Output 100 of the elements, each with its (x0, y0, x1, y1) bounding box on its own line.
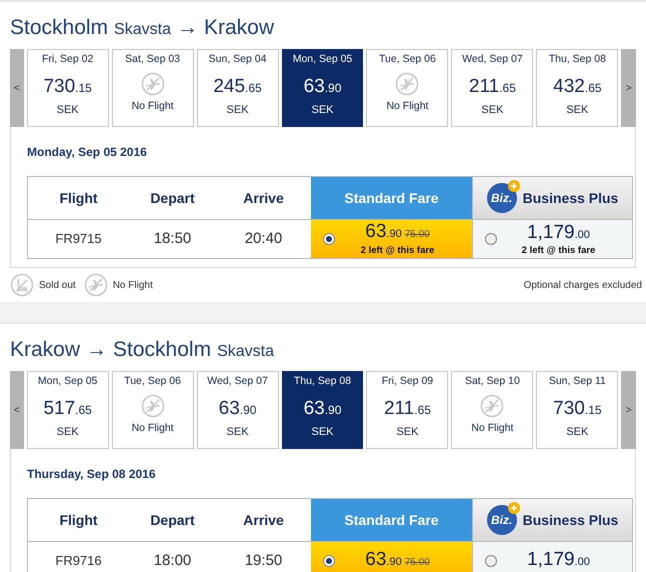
no-flight-icon (480, 394, 504, 418)
legend-label: No Flight (112, 278, 153, 292)
no-flight-icon (395, 72, 420, 96)
biz-logo: Biz. (486, 183, 517, 213)
radio-button[interactable] (485, 555, 497, 567)
time-cell-text: 19:50 (244, 550, 282, 571)
fare-price: 730.15 (553, 398, 602, 421)
no-flight-icon (140, 72, 165, 96)
currency-label: SEK (481, 103, 504, 118)
previous-dates-button[interactable]: < (10, 371, 24, 449)
fare-price: 63.90 75.00 (365, 550, 430, 572)
currency-label: SEK (226, 425, 249, 440)
destination-city: Stockholm (113, 337, 212, 363)
date-fare-card[interactable]: Sat, Sep 10 No Flight (451, 371, 534, 449)
date-fare-card[interactable]: Mon, Sep 05 517.65 SEK (26, 371, 109, 449)
selected-date-heading: Monday, Sep 05 2016 (27, 144, 148, 161)
column-header: Flight (59, 510, 98, 530)
column-header: Flight (59, 188, 98, 208)
fare-price: 63.90 (304, 398, 342, 421)
date-label: Mon, Sep 05 (292, 52, 352, 66)
origin-city: Krakow (10, 337, 80, 363)
previous-dates-button[interactable]: < (10, 49, 24, 127)
column-header: Depart (150, 510, 195, 530)
time-cell-text: 18:00 (154, 550, 192, 571)
date-fare-card[interactable]: Thu, Sep 08 432.65 SEK (536, 49, 618, 127)
currency-label: SEK (56, 425, 79, 440)
date-fare-card[interactable]: Wed, Sep 07 63.90 SEK (196, 371, 279, 449)
no-flight-label: No Flight (471, 421, 514, 436)
date-label: Wed, Sep 07 (207, 374, 268, 388)
sold-out-icon (10, 273, 34, 297)
legend-label: Sold out (39, 278, 76, 292)
date-fare-card[interactable]: Fri, Sep 09 211.65 SEK (366, 371, 448, 449)
plus-icon (508, 502, 520, 514)
date-label: Thu, Sep 08 (294, 374, 352, 388)
route-arrow: → (176, 15, 198, 41)
currency-label: SEK (311, 425, 334, 440)
currency-label: SEK (566, 103, 588, 118)
fare-price: 730.15 (43, 76, 92, 99)
standard-fare-label: Standard Fare (344, 188, 439, 208)
date-fare-card[interactable]: Tue, Sep 06 No Flight (112, 371, 194, 449)
time-cell-text: 18:50 (154, 228, 192, 249)
fare-price: 517.65 (43, 398, 92, 421)
fare-price: 211.65 (468, 76, 516, 99)
standard-fare-cell[interactable]: 63.90 75.00 2 left @ this fare (311, 220, 472, 258)
fare-price: 63.90 75.00 (365, 222, 430, 244)
no-flight-icon (140, 394, 165, 418)
standard-fare-cell[interactable]: 63.90 75.00 (311, 542, 472, 572)
no-flight-icon (84, 273, 108, 297)
no-flight-label: No Flight (132, 421, 174, 436)
date-fare-card[interactable]: Tue, Sep 06 No Flight (366, 49, 448, 127)
business-fare-cell[interactable]: 1,179.00 2 left @ this fare (472, 220, 632, 258)
business-fare-cell[interactable]: 1,179.00 (472, 542, 632, 572)
date-fare-card[interactable]: Sun, Sep 04 245.65 SEK (196, 49, 279, 127)
date-label: Tue, Sep 06 (124, 374, 181, 388)
flight-number: FR9716 (55, 552, 102, 570)
selected-date-heading: Thursday, Sep 08 2016 (27, 466, 157, 483)
date-label: Sun, Sep 11 (548, 374, 606, 388)
currency-label: SEK (311, 103, 334, 118)
fare-price: 63.90 (304, 76, 342, 99)
next-dates-button[interactable]: > (621, 49, 636, 127)
next-dates-button[interactable]: > (621, 371, 636, 449)
date-fare-card[interactable]: Sat, Sep 03 No Flight (112, 49, 194, 127)
radio-button[interactable] (323, 555, 335, 567)
radio-button[interactable] (323, 233, 335, 245)
business-plus-label: Business Plus (522, 188, 618, 208)
date-label: Sat, Sep 03 (125, 52, 180, 66)
currency-label: SEK (566, 425, 588, 440)
date-label: Sun, Sep 04 (208, 52, 266, 66)
date-fare-card[interactable]: Mon, Sep 05 63.90 SEK (282, 49, 364, 127)
date-label: Sat, Sep 10 (464, 374, 520, 388)
fare-price: 245.65 (213, 76, 262, 99)
no-flight-label: No Flight (132, 99, 174, 114)
column-header: Depart (150, 188, 195, 208)
fare-price: 211.65 (384, 398, 431, 421)
no-flight-label: No Flight (386, 99, 428, 114)
date-label: Tue, Sep 06 (379, 52, 436, 66)
seats-left-note: 2 left @ this fare (360, 245, 434, 256)
radio-button[interactable] (485, 233, 497, 245)
currency-label: SEK (226, 103, 249, 118)
date-fare-card[interactable]: Wed, Sep 07 211.65 SEK (451, 49, 534, 127)
date-label: Fri, Sep 02 (42, 52, 94, 66)
date-fare-card[interactable]: Fri, Sep 02 730.15 SEK (26, 49, 109, 127)
business-plus-label: Business Plus (522, 510, 618, 530)
date-fare-card[interactable]: Thu, Sep 08 63.90 SEK (282, 371, 364, 449)
column-header: Arrive (243, 188, 284, 208)
time-cell-text: 20:40 (244, 228, 282, 249)
fare-price: 1,179.00 (527, 222, 590, 244)
currency-label: SEK (396, 425, 418, 440)
destination-airport: Skavsta (217, 342, 274, 362)
date-fare-card[interactable]: Sun, Sep 11 730.15 SEK (536, 371, 618, 449)
date-label: Thu, Sep 08 (548, 52, 606, 66)
charges-note: Optional charges excluded (524, 278, 642, 292)
route-arrow: → (86, 337, 108, 363)
plus-icon (508, 180, 520, 192)
fare-price: 432.65 (553, 76, 602, 99)
origin-airport: Skavsta (114, 20, 171, 40)
seats-left-note: 2 left @ this fare (522, 244, 596, 256)
standard-fare-label: Standard Fare (344, 510, 439, 530)
date-label: Fri, Sep 09 (382, 374, 434, 388)
origin-city: Stockholm (10, 15, 108, 41)
